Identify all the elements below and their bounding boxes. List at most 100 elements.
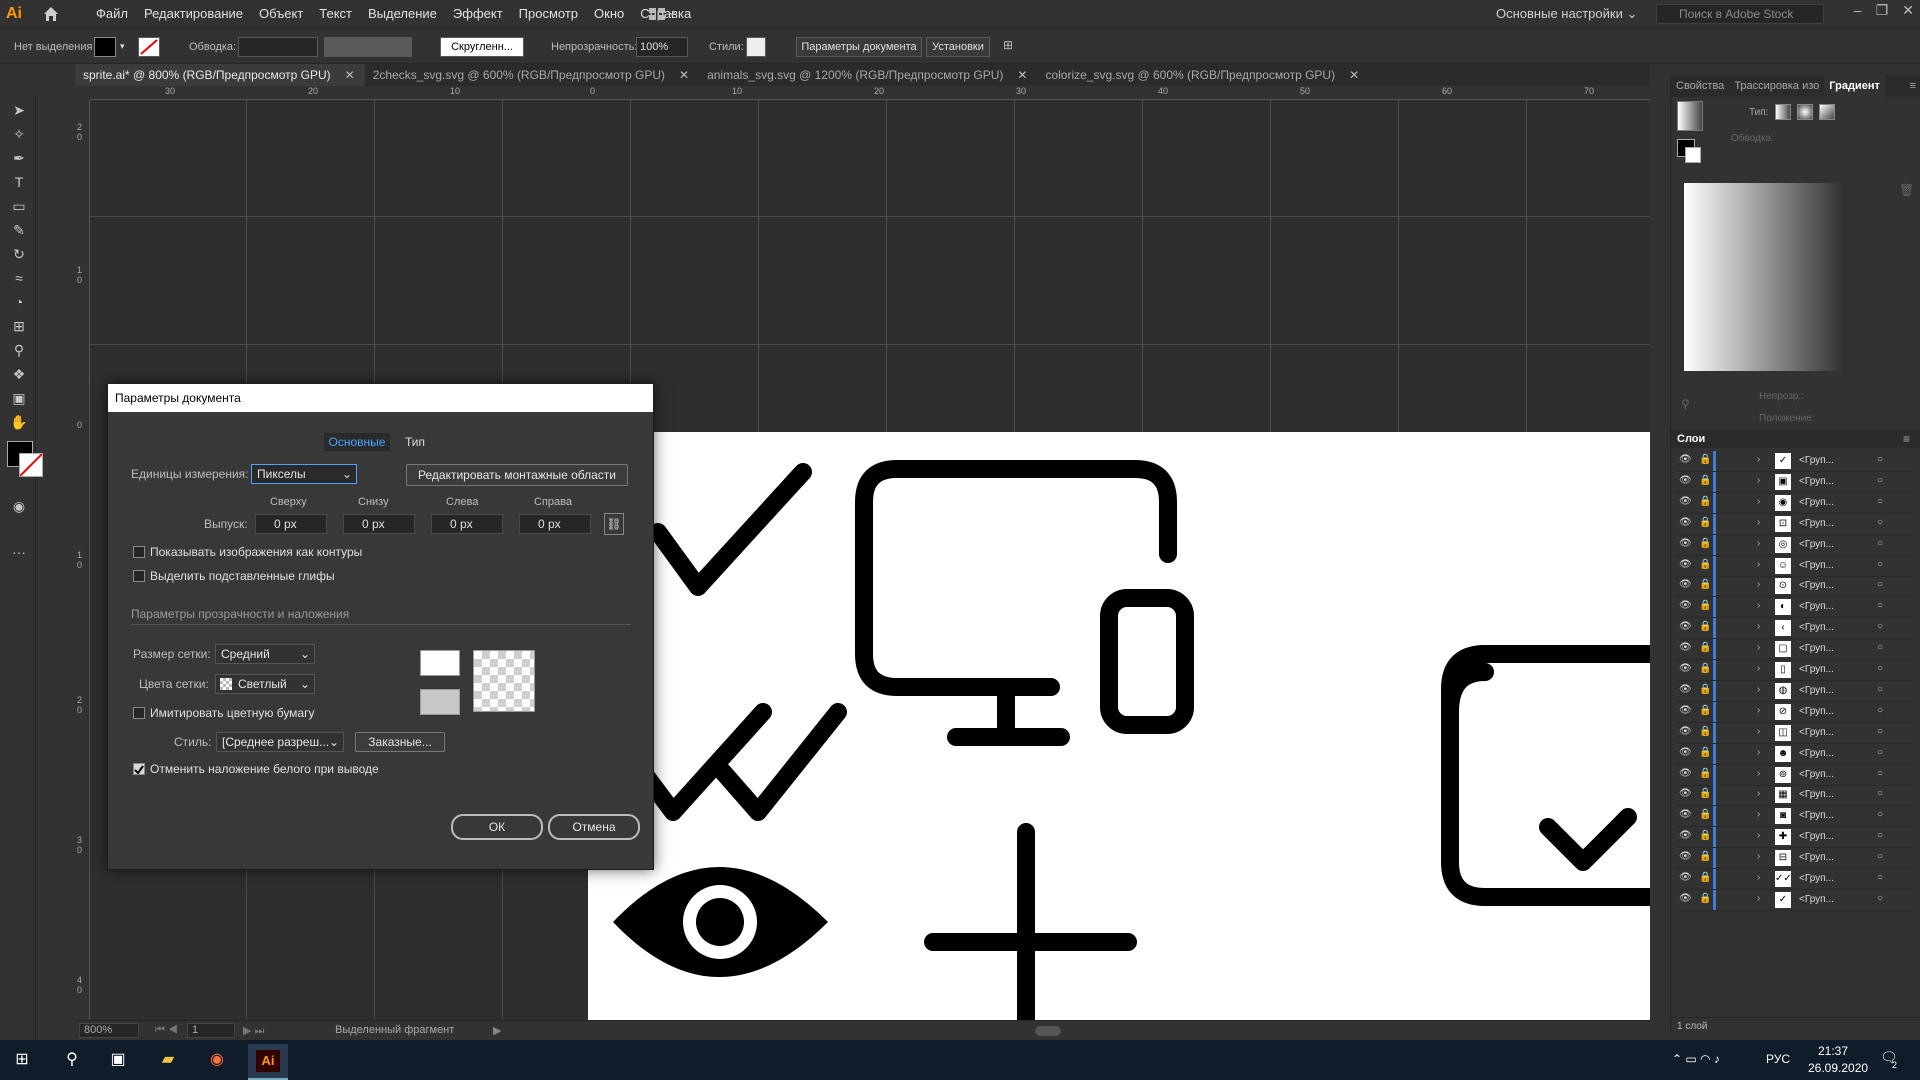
visibility-eye-icon[interactable]: 👁 bbox=[1679, 726, 1692, 737]
opacity-field[interactable]: 100% bbox=[636, 37, 688, 57]
glyphs-checkbox[interactable] bbox=[133, 570, 145, 582]
lock-icon[interactable]: 🔒 bbox=[1699, 538, 1711, 549]
close-icon[interactable]: ✕ bbox=[679, 68, 689, 82]
paper-color-swatch[interactable] bbox=[420, 650, 460, 676]
chevron-right-icon[interactable]: › bbox=[1757, 559, 1760, 570]
layer-row[interactable]: 👁 🔒 › ⊚ <Груп... ○ bbox=[1677, 764, 1913, 786]
lock-icon[interactable]: 🔒 bbox=[1699, 621, 1711, 632]
menu-window[interactable]: Окно bbox=[586, 0, 632, 29]
lock-icon[interactable]: 🔒 bbox=[1699, 579, 1711, 590]
clock-date[interactable]: 26.09.2020 bbox=[1808, 1061, 1868, 1075]
task-view-icon[interactable]: ▣ bbox=[106, 1048, 130, 1072]
cancel-button[interactable]: Отмена bbox=[548, 814, 640, 840]
bleed-left-field[interactable]: 0 px bbox=[431, 514, 503, 534]
simulate-paper-checkbox[interactable] bbox=[133, 707, 145, 719]
layer-row[interactable]: 👁 🔒 › ◍ <Груп... ○ bbox=[1677, 680, 1913, 702]
artboard-number-field[interactable]: 1 bbox=[187, 1023, 235, 1038]
ok-button[interactable]: ОК bbox=[451, 814, 543, 840]
target-circle-icon[interactable]: ○ bbox=[1877, 809, 1883, 820]
radial-gradient-icon[interactable] bbox=[1797, 104, 1813, 120]
link-bleed-icon[interactable]: ⛓ bbox=[604, 513, 624, 535]
visibility-eye-icon[interactable]: 👁 bbox=[1679, 851, 1692, 862]
chevron-right-icon[interactable]: › bbox=[1757, 475, 1760, 486]
visibility-eye-icon[interactable]: 👁 bbox=[1679, 517, 1692, 528]
menu-select[interactable]: Выделение bbox=[360, 0, 445, 29]
target-circle-icon[interactable]: ○ bbox=[1877, 768, 1883, 779]
chevron-right-icon[interactable]: › bbox=[1757, 454, 1760, 465]
target-circle-icon[interactable]: ○ bbox=[1877, 621, 1883, 632]
tab-2checks[interactable]: 2checks_svg.svg @ 600% (RGB/Предпросмотр… bbox=[365, 64, 699, 86]
grid-size-select[interactable]: Средний ⌄ bbox=[215, 644, 315, 664]
chevron-right-icon[interactable]: › bbox=[1757, 579, 1760, 590]
visibility-eye-icon[interactable]: 👁 bbox=[1679, 705, 1692, 716]
visibility-eye-icon[interactable]: 👁 bbox=[1679, 788, 1692, 799]
layer-row[interactable]: 👁 🔒 › ✓✓ <Груп... ○ bbox=[1677, 869, 1913, 890]
rectangle-tool-icon[interactable]: ▭ bbox=[8, 196, 30, 216]
lock-icon[interactable]: 🔒 bbox=[1699, 600, 1711, 611]
clock-time[interactable]: 21:37 bbox=[1818, 1044, 1848, 1058]
units-select[interactable]: Пикселы ⌄ bbox=[251, 464, 357, 484]
chevron-right-icon[interactable]: › bbox=[1757, 642, 1760, 653]
visibility-eye-icon[interactable]: 👁 bbox=[1679, 538, 1692, 549]
lock-icon[interactable]: 🔒 bbox=[1699, 768, 1711, 779]
discard-white-checkbox[interactable] bbox=[133, 763, 145, 775]
chevron-right-icon[interactable]: › bbox=[1757, 538, 1760, 549]
lock-icon[interactable]: 🔒 bbox=[1699, 747, 1711, 758]
visibility-eye-icon[interactable]: 👁 bbox=[1679, 872, 1692, 883]
outline-checkbox[interactable] bbox=[133, 546, 145, 558]
chevron-right-icon[interactable]: › bbox=[1757, 851, 1760, 862]
lock-icon[interactable]: 🔒 bbox=[1699, 684, 1711, 695]
close-icon[interactable]: ✕ bbox=[1902, 2, 1914, 19]
pencil-tool-icon[interactable]: ✎ bbox=[8, 220, 30, 240]
target-circle-icon[interactable]: ○ bbox=[1877, 851, 1883, 862]
tab-type[interactable]: Тип bbox=[398, 433, 432, 451]
lock-icon[interactable]: 🔒 bbox=[1699, 559, 1711, 570]
preferences-button[interactable]: Установки bbox=[926, 37, 990, 57]
close-icon[interactable]: ✕ bbox=[1017, 68, 1027, 82]
menu-file[interactable]: Файл bbox=[88, 0, 136, 29]
layer-row[interactable]: 👁 🔒 › ◉ <Груп... ○ bbox=[1677, 492, 1913, 514]
lock-icon[interactable]: 🔒 bbox=[1699, 496, 1711, 507]
close-icon[interactable]: ✕ bbox=[1349, 68, 1359, 82]
fill-swatch[interactable] bbox=[94, 37, 116, 57]
chevron-right-icon[interactable]: › bbox=[1757, 788, 1760, 799]
restore-icon[interactable]: ❐ bbox=[1876, 2, 1889, 19]
chevron-right-icon[interactable]: › bbox=[1757, 600, 1760, 611]
bleed-right-field[interactable]: 0 px bbox=[519, 514, 591, 534]
layer-row[interactable]: 👁 🔒 › ⊙ <Груп... ○ bbox=[1677, 576, 1913, 598]
chevron-right-icon[interactable]: › bbox=[1757, 517, 1760, 528]
document-setup-button[interactable]: Параметры документа bbox=[796, 37, 922, 57]
grid-color-swatch[interactable] bbox=[420, 689, 460, 715]
chevron-right-icon[interactable]: › bbox=[1757, 872, 1760, 883]
target-circle-icon[interactable]: ○ bbox=[1877, 788, 1883, 799]
layer-row[interactable]: 👁 🔒 › ◐ <Груп... ○ bbox=[1677, 597, 1913, 619]
tab-gradient[interactable]: Градиент bbox=[1824, 75, 1885, 97]
gradient-swatch[interactable] bbox=[1677, 101, 1703, 131]
layer-row[interactable]: 👁 🔒 › ⊘ <Груп... ○ bbox=[1677, 701, 1913, 723]
layer-row[interactable]: 👁 🔒 › ⊡ <Груп... ○ bbox=[1677, 513, 1913, 535]
firefox-icon[interactable]: ◉ bbox=[205, 1048, 229, 1072]
chevron-right-icon[interactable]: › bbox=[1757, 830, 1760, 841]
custom-button[interactable]: Заказные... bbox=[355, 732, 445, 752]
target-circle-icon[interactable]: ○ bbox=[1877, 726, 1883, 737]
visibility-eye-icon[interactable]: 👁 bbox=[1679, 496, 1692, 507]
minimize-icon[interactable]: – bbox=[1854, 2, 1862, 19]
target-circle-icon[interactable]: ○ bbox=[1877, 538, 1883, 549]
artboard[interactable] bbox=[588, 432, 1650, 1020]
tray-icons[interactable]: ⌃ ▭ ◠ ♪ bbox=[1672, 1052, 1720, 1066]
layer-row[interactable]: 👁 🔒 › ◙ <Груп... ○ bbox=[1677, 806, 1913, 828]
layer-row[interactable]: 👁 🔒 › ⊟ <Груп... ○ bbox=[1677, 848, 1913, 870]
more-tools-icon[interactable]: ··· bbox=[8, 542, 30, 562]
lock-icon[interactable]: 🔒 bbox=[1699, 851, 1711, 862]
menu-text[interactable]: Текст bbox=[311, 0, 360, 29]
menu-effect[interactable]: Эффект bbox=[445, 0, 511, 29]
layer-row[interactable]: 👁 🔒 › ▢ <Груп... ○ bbox=[1677, 639, 1913, 661]
visibility-eye-icon[interactable]: 👁 bbox=[1679, 684, 1692, 695]
illustrator-taskbar-button[interactable]: Ai bbox=[248, 1044, 288, 1080]
target-circle-icon[interactable]: ○ bbox=[1877, 559, 1883, 570]
file-explorer-icon[interactable]: ▰ bbox=[156, 1048, 180, 1072]
edit-artboards-button[interactable]: Редактировать монтажные области bbox=[406, 464, 628, 486]
target-circle-icon[interactable]: ○ bbox=[1877, 600, 1883, 611]
layer-row[interactable]: 👁 🔒 › ☺ <Груп... ○ bbox=[1677, 555, 1913, 577]
hand-tool-icon[interactable]: ✋ bbox=[8, 412, 30, 432]
